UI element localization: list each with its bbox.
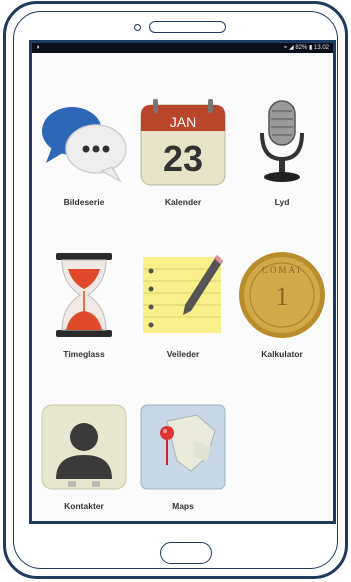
- app-label: Timeglass: [63, 349, 105, 359]
- app-kalkulator[interactable]: COMAI 1 Kalkulator: [232, 249, 332, 359]
- wifi-icon: ≈: [284, 45, 288, 51]
- app-maps[interactable]: Maps: [133, 401, 233, 511]
- home-button[interactable]: [160, 542, 212, 564]
- app-veileder[interactable]: Veileder: [133, 249, 233, 359]
- app-label: Lyd: [274, 197, 290, 207]
- notepad-pencil-icon: [143, 255, 223, 333]
- battery-icon: ▮: [309, 45, 313, 51]
- map-pin-icon: [140, 404, 226, 490]
- app-kalender[interactable]: JAN 23 Kalender: [133, 97, 233, 207]
- coin-text: COMAI: [262, 265, 302, 275]
- home-screen: Bildeserie JAN 23 Kalender Lyd Timeglass…: [32, 53, 333, 521]
- app-label: Kalender: [164, 197, 202, 207]
- camera-icon: [134, 24, 141, 31]
- notification-icon: ◗: [36, 44, 41, 51]
- clock: 13.02: [313, 45, 329, 51]
- calendar-month: JAN: [170, 114, 196, 130]
- calendar-day: 23: [163, 138, 203, 179]
- calendar-icon: JAN 23: [140, 99, 226, 186]
- app-bildeserie[interactable]: Bildeserie: [34, 97, 134, 207]
- screen: ◗ ≈ ◢ 82% ▮ 13.02 Bildeserie JAN 23 Kale…: [29, 40, 336, 524]
- app-lyd[interactable]: Lyd: [232, 97, 332, 207]
- app-label: Kalkulator: [261, 349, 303, 359]
- app-timeglass[interactable]: Timeglass: [34, 249, 134, 359]
- app-label: Veileder: [166, 349, 200, 359]
- app-label: Kontakter: [64, 501, 104, 511]
- app-kontakter[interactable]: Kontakter: [34, 401, 134, 511]
- contact-person-icon: [41, 404, 127, 490]
- battery-level: 82%: [295, 45, 308, 51]
- speaker-grille: [149, 21, 226, 33]
- hourglass-icon: [56, 253, 112, 337]
- app-label: Bildeserie: [63, 197, 105, 207]
- status-bar: ◗ ≈ ◢ 82% ▮ 13.02: [32, 43, 333, 53]
- chat-bubbles-icon: [42, 107, 127, 183]
- coin-icon: COMAI 1: [239, 252, 325, 338]
- microphone-icon: [260, 100, 304, 182]
- app-label: Maps: [172, 501, 194, 511]
- coin-number: 1: [276, 282, 289, 311]
- signal-icon: ◢: [289, 45, 294, 51]
- status-right: ≈ ◢ 82% ▮ 13.02: [284, 43, 329, 53]
